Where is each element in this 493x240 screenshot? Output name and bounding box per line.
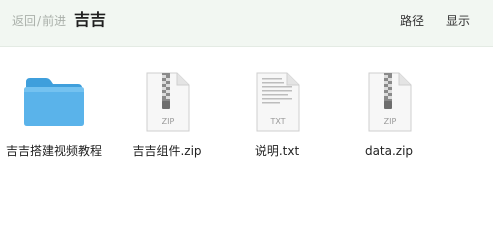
navigation: 返回/前进 bbox=[12, 13, 66, 29]
back-button[interactable]: 返回 bbox=[12, 14, 36, 28]
folder-icon bbox=[24, 78, 84, 126]
zip-file-icon: ZIP bbox=[146, 72, 190, 132]
file-name: data.zip bbox=[364, 144, 414, 158]
text-file-icon: TXT bbox=[256, 72, 300, 132]
file-type-badge: ZIP bbox=[162, 117, 175, 126]
file-type-badge: TXT bbox=[269, 117, 285, 126]
folder-title: 吉吉 bbox=[74, 10, 107, 29]
show-button[interactable]: 显示 bbox=[446, 13, 470, 29]
forward-button[interactable]: 前进 bbox=[42, 14, 66, 28]
zip-file-icon: ZIP bbox=[368, 72, 412, 132]
file-name: 吉吉组件.zip bbox=[132, 144, 202, 158]
file-name: 吉吉搭建视频教程 bbox=[5, 144, 102, 158]
nav-separator: / bbox=[37, 14, 42, 28]
file-type-badge: ZIP bbox=[384, 117, 397, 126]
toolbar: 返回/前进 吉吉 路径 显示 bbox=[0, 0, 493, 47]
path-button[interactable]: 路径 bbox=[400, 13, 424, 29]
file-name: 说明.txt bbox=[254, 144, 300, 158]
